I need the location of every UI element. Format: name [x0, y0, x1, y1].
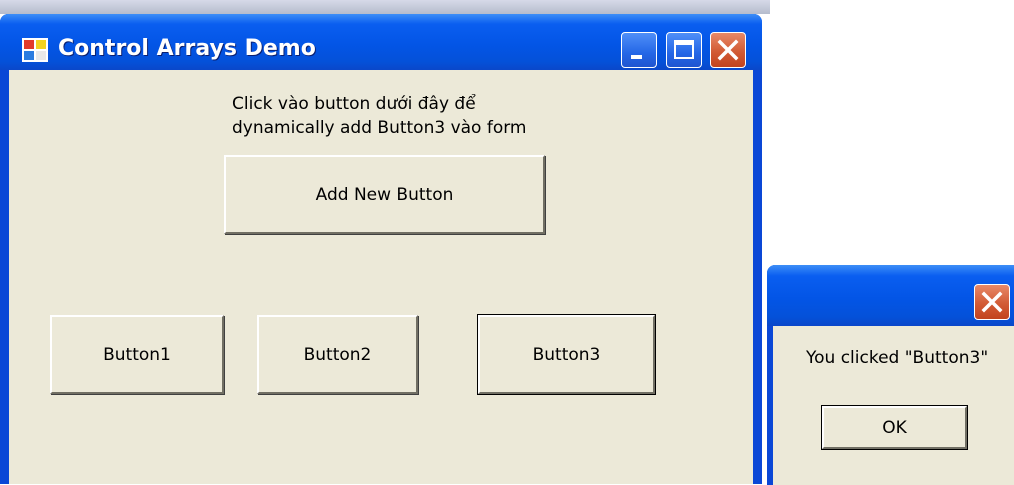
background-window-strip	[0, 0, 770, 14]
instruction-line-2: dynamically add Button3 vào form	[232, 118, 527, 138]
close-icon	[981, 291, 1003, 313]
instruction-line-1: Click vào button dưới đây để	[232, 94, 476, 114]
ok-button[interactable]: OK	[821, 405, 968, 450]
maximize-button[interactable]	[666, 32, 702, 68]
button3[interactable]: Button3	[477, 314, 656, 395]
minimize-button[interactable]	[621, 32, 657, 68]
message-text: You clicked "Button3"	[806, 348, 989, 368]
maximize-icon	[674, 40, 694, 59]
main-window: Control Arrays Demo	[0, 14, 762, 484]
window-title: Control Arrays Demo	[58, 36, 316, 61]
minimize-icon	[631, 55, 642, 59]
message-box	[767, 265, 1014, 485]
add-new-button[interactable]: Add New Button	[224, 155, 545, 234]
button2[interactable]: Button2	[257, 315, 418, 394]
button1[interactable]: Button1	[50, 315, 224, 394]
instruction-label: Click vào button dưới đây để dynamically…	[232, 92, 527, 140]
app-icon[interactable]	[22, 38, 48, 62]
close-icon	[717, 39, 739, 61]
message-box-close-button[interactable]	[974, 284, 1010, 320]
close-button[interactable]	[710, 32, 746, 68]
